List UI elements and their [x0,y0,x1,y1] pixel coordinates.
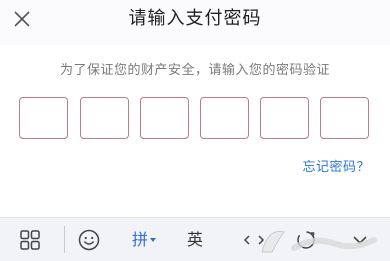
dropdown-caret-icon [150,237,156,242]
pin-digit-box[interactable] [320,97,369,139]
pin-digit-box[interactable] [80,97,129,139]
voice-icon [297,230,315,249]
dialog-header: 请输入支付密码 [0,0,390,45]
english-input-button[interactable]: 英 [173,218,217,261]
collapse-keyboard-icon [353,235,367,244]
forgot-password-link[interactable]: 忘记密码？ [302,159,370,177]
english-label: 英 [186,229,203,249]
dialog-title: 请输入支付密码 [128,8,262,29]
pin-digit-box[interactable] [200,97,249,139]
security-hint: 为了保证您的财产安全，请输入您的密码验证 [59,63,330,78]
grid-menu-button[interactable] [8,218,52,261]
collapse-keyboard-button[interactable] [338,218,382,261]
pin-digit-box[interactable] [19,97,68,139]
cursor-move-button[interactable] [232,218,276,261]
emoji-button[interactable] [67,218,111,261]
grid-menu-icon [20,229,40,250]
emoji-icon [78,229,100,250]
pin-digit-box[interactable] [260,97,309,139]
pin-input-group[interactable] [19,97,371,139]
voice-button[interactable] [284,218,328,261]
pinyin-input-button[interactable]: 拼 [122,218,166,261]
cursor-move-icon [243,234,265,245]
pin-digit-box[interactable] [140,97,189,139]
toolbar-divider [64,226,65,253]
keyboard-toolbar: 拼 英 [0,217,390,261]
pinyin-label: 拼 [131,229,148,249]
